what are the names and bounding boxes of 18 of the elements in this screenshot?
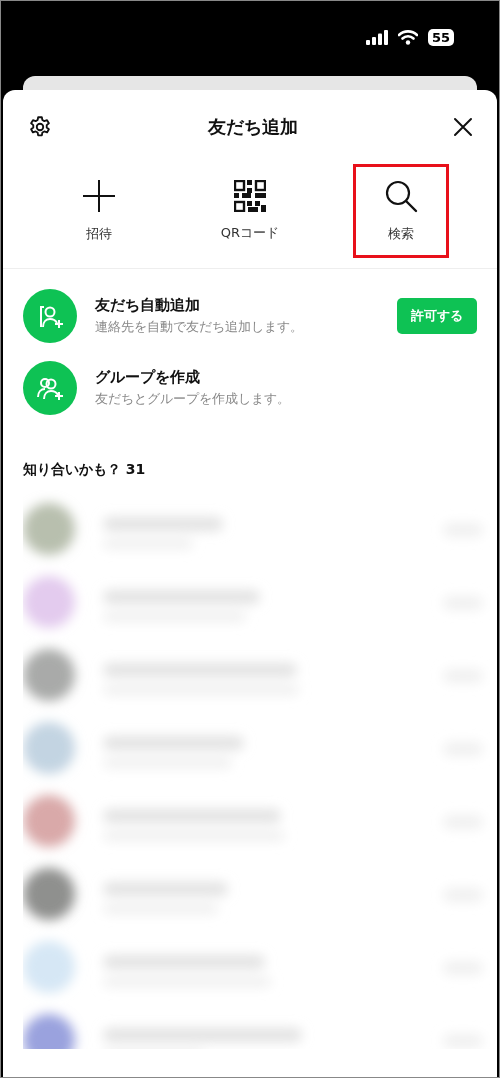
- plus-icon: [81, 179, 116, 213]
- header-title: 友だち追加: [208, 115, 298, 139]
- option-description: 連絡先を自動で友だち追加します。: [95, 319, 304, 336]
- section-title: 知り合いかも？ 31: [22, 460, 147, 479]
- wifi-icon: [397, 30, 418, 45]
- action-button[interactable]: QRコード: [202, 164, 298, 258]
- add-contact-icon: [23, 289, 77, 343]
- signal-icon: [365, 30, 388, 45]
- option-title[interactable]: グループを作成: [95, 368, 477, 387]
- group-add-icon: [23, 361, 77, 415]
- search-icon: [384, 179, 419, 213]
- battery-level: 55: [427, 29, 454, 46]
- highlighted-action-button[interactable]: 検索: [353, 164, 450, 258]
- close-icon[interactable]: [453, 117, 473, 137]
- option-description: 友だちとグループを作成します。: [95, 391, 291, 408]
- qr-code-icon: [234, 180, 266, 212]
- option-title[interactable]: 友だち自動追加: [95, 296, 379, 315]
- action-button[interactable]: 招待: [50, 164, 147, 258]
